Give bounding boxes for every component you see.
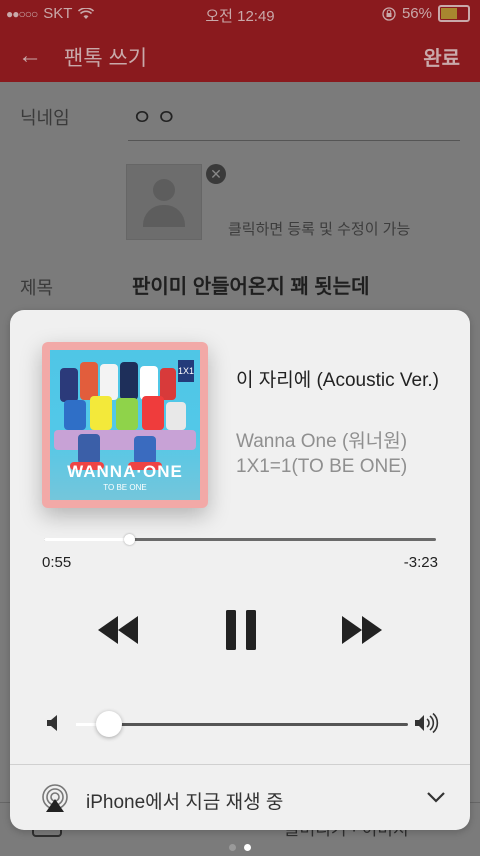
elapsed-time: 0:55	[42, 554, 72, 571]
fast-forward-icon[interactable]	[340, 612, 384, 648]
song-album: 1X1=1(TO BE ONE)	[236, 456, 408, 477]
volume-slider[interactable]	[76, 711, 408, 737]
playback-scrubber[interactable]	[44, 534, 436, 545]
airplay-icon	[42, 784, 68, 812]
close-icon[interactable]: ✕	[206, 164, 226, 184]
nickname-field[interactable]: ㅇㅇ	[132, 100, 180, 132]
page-dot[interactable]	[244, 844, 251, 851]
battery-icon	[438, 5, 470, 22]
done-button[interactable]: 완료	[423, 42, 460, 71]
rewind-icon[interactable]	[96, 612, 140, 648]
photo-upload-button[interactable]	[126, 164, 202, 240]
status-bar: ●●○○○ SKT 오전 12:49 56%	[0, 0, 480, 28]
now-playing-panel: 1X1 WANNA·ONE TO BE ONE 이 자리에 (Acoustic …	[10, 310, 470, 830]
playback-scrubber-handle[interactable]	[124, 534, 136, 545]
song-artist: Wanna One (워너원)	[236, 431, 408, 452]
airplay-row[interactable]: iPhone에서 지금 재생 중	[10, 764, 470, 830]
album-badge: 1X1	[178, 360, 194, 382]
nickname-underline	[128, 140, 460, 141]
page-title: 팬톡 쓰기	[64, 47, 148, 70]
remaining-time: -3:23	[403, 554, 438, 571]
volume-high-icon	[415, 712, 439, 734]
volume-low-icon	[47, 715, 57, 731]
page-dot[interactable]	[229, 844, 236, 851]
chevron-down-icon[interactable]	[426, 789, 446, 805]
album-art: 1X1 WANNA·ONE TO BE ONE	[42, 342, 208, 508]
volume-slider-handle[interactable]	[96, 711, 123, 737]
orientation-lock-icon	[382, 6, 396, 21]
nickname-label: 닉네임	[20, 108, 70, 128]
battery-percent: 56%	[401, 5, 432, 22]
pause-icon[interactable]	[224, 608, 258, 652]
airplay-label: iPhone에서 지금 재생 중	[86, 792, 284, 813]
song-title: 이 자리에 (Acoustic Ver.)	[236, 370, 439, 391]
app-header: ← 팬톡 쓰기 완료	[0, 28, 480, 82]
photo-hint: 클릭하면 등록 및 수정이 가능	[228, 221, 411, 238]
album-logo-text: WANNA·ONE	[67, 462, 183, 481]
album-subtitle: TO BE ONE	[103, 483, 147, 492]
playback-progress-fill	[44, 538, 130, 541]
page-indicator	[0, 838, 480, 856]
avatar-placeholder-icon	[153, 179, 175, 201]
title-label: 제목	[20, 278, 54, 298]
title-field[interactable]: 판이미 안들어온지 꽤 됫는데	[132, 270, 369, 299]
back-arrow-icon[interactable]: ←	[18, 42, 42, 70]
